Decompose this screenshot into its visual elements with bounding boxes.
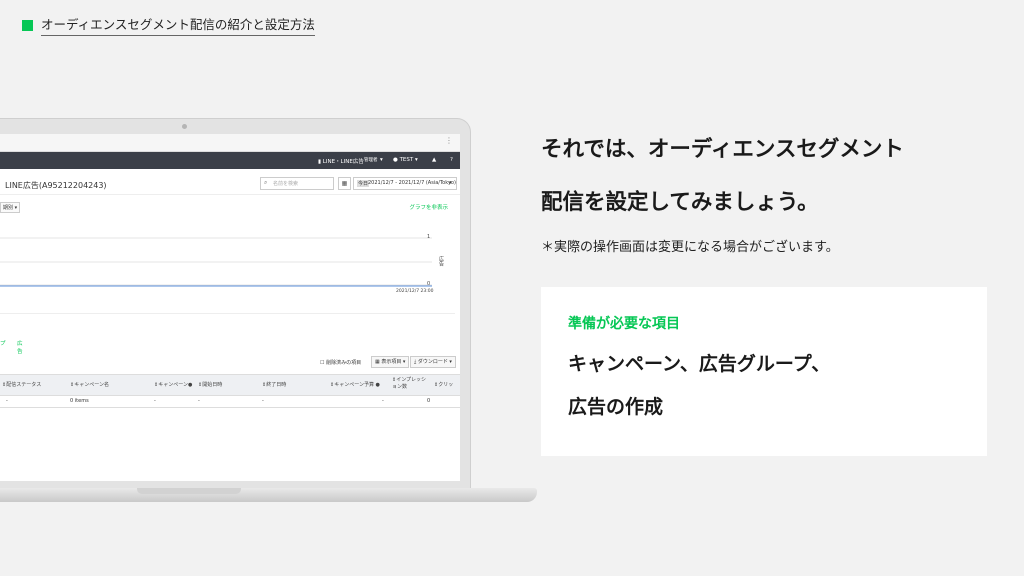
search-input[interactable]: ⌕ 名前を検索 bbox=[260, 177, 334, 190]
nav-user[interactable]: ● TEST ▾ bbox=[393, 157, 418, 163]
slide-header: オーディエンスセグメント配信の紹介と設定方法 bbox=[22, 14, 315, 36]
card-line-2: 広告の作成 bbox=[568, 396, 664, 418]
date-range-picker[interactable]: 今日 2021/12/7 - 2021/12/7 (Asia/Tokyo) ▾ bbox=[353, 177, 457, 190]
col-start[interactable]: ⇕開始日時 bbox=[198, 381, 222, 388]
performance-chart: 期別 ▾ グラフを非表示 1 0 広告 2021/12/7 23:00 bbox=[0, 196, 460, 331]
col-campaign[interactable]: ⇕キャンペーン● bbox=[154, 381, 192, 388]
download-button[interactable]: ⤓ ダウンロード ▾ bbox=[410, 356, 456, 368]
y-tick-top: 1 bbox=[427, 234, 431, 240]
show-deleted-checkbox[interactable]: ☐ 削除済みの項目 bbox=[320, 359, 361, 366]
chart-plot: 1 0 広告 2021/12/7 23:00 bbox=[0, 218, 455, 314]
table-row: - 0 items - - - - 0 bbox=[0, 395, 460, 408]
calendar-icon[interactable]: ▦ bbox=[338, 177, 351, 190]
laptop-mockup: ⋮ ▮ LINE・LINE広告 管理者 ▾ ● TEST ▾ ▲ ? LINE広… bbox=[0, 118, 471, 492]
chart-svg bbox=[0, 237, 432, 287]
tab-ads[interactable]: 広告 bbox=[17, 339, 23, 355]
laptop-notch bbox=[137, 488, 241, 494]
page-header: LINE広告(A95212204243) ⌕ 名前を検索 ▦ 今日 2021/1… bbox=[0, 170, 460, 195]
requirements-card: 準備が必要な項目 キャンペーン、広告グループ、 広告の作成 bbox=[541, 287, 987, 456]
chevron-down-icon: ▾ bbox=[449, 180, 452, 186]
col-campaign-name[interactable]: ⇕キャンペーン名 bbox=[70, 381, 109, 388]
more-icon[interactable]: ⋮ bbox=[445, 136, 453, 145]
green-square-icon bbox=[22, 19, 33, 31]
card-label: 準備が必要な項目 bbox=[568, 316, 680, 332]
hide-graph-link[interactable]: グラフを非表示 bbox=[409, 203, 448, 211]
bell-icon[interactable]: ▲ bbox=[432, 157, 436, 163]
laptop-base bbox=[0, 488, 537, 502]
col-impressions[interactable]: ⇕インプレッション数 bbox=[392, 377, 430, 391]
y-axis-label: 広告 bbox=[438, 256, 444, 266]
col-budget[interactable]: ⇕キャンペーン予算 ● bbox=[330, 381, 380, 388]
camera-icon bbox=[182, 124, 187, 129]
search-icon: ⌕ bbox=[264, 179, 268, 186]
slide-title: オーディエンスセグメント配信の紹介と設定方法 bbox=[41, 14, 315, 36]
metric-select[interactable]: 期別 ▾ bbox=[0, 202, 21, 213]
columns-button[interactable]: ▦ 表示項目 ▾ bbox=[371, 356, 410, 368]
top-navbar: ▮ LINE・LINE広告 管理者 ▾ ● TEST ▾ ▲ ? bbox=[0, 152, 460, 169]
card-line-1: キャンペーン、広告グループ、 bbox=[568, 353, 831, 375]
nav-role: 管理者 bbox=[364, 158, 378, 163]
nav-account[interactable]: ▮ LINE・LINE広告 bbox=[318, 157, 364, 165]
x-tick: 2021/12/7 23:00 bbox=[396, 289, 434, 294]
col-status[interactable]: ⇕配信ステータス bbox=[2, 381, 41, 388]
help-icon[interactable]: ? bbox=[450, 157, 453, 163]
col-end[interactable]: ⇕終了日時 bbox=[262, 381, 286, 388]
headline-line-2: 配信を設定してみましょう。 bbox=[541, 190, 819, 215]
browser-bar: ⋮ bbox=[0, 134, 460, 152]
tab-adgroup[interactable]: プ bbox=[0, 339, 6, 347]
date-range-text: 2021/12/7 - 2021/12/7 (Asia/Tokyo) bbox=[368, 180, 456, 186]
col-clicks[interactable]: ⇕クリッ bbox=[434, 381, 453, 388]
account-title: LINE広告(A95212204243) bbox=[5, 181, 107, 190]
chevron-down-icon[interactable]: ▾ bbox=[380, 157, 383, 163]
table-header: ⇕配信ステータス ⇕キャンペーン名 ⇕キャンペーン● ⇕開始日時 ⇕終了日時 ⇕… bbox=[0, 374, 460, 396]
laptop-screen: ⋮ ▮ LINE・LINE広告 管理者 ▾ ● TEST ▾ ▲ ? LINE広… bbox=[0, 134, 460, 481]
headline-line-1: それでは、オーディエンスセグメント bbox=[541, 137, 904, 162]
y-tick-bottom: 0 bbox=[427, 281, 431, 287]
disclaimer-note: ＊実際の操作画面は変更になる場合がございます。 bbox=[541, 240, 839, 255]
